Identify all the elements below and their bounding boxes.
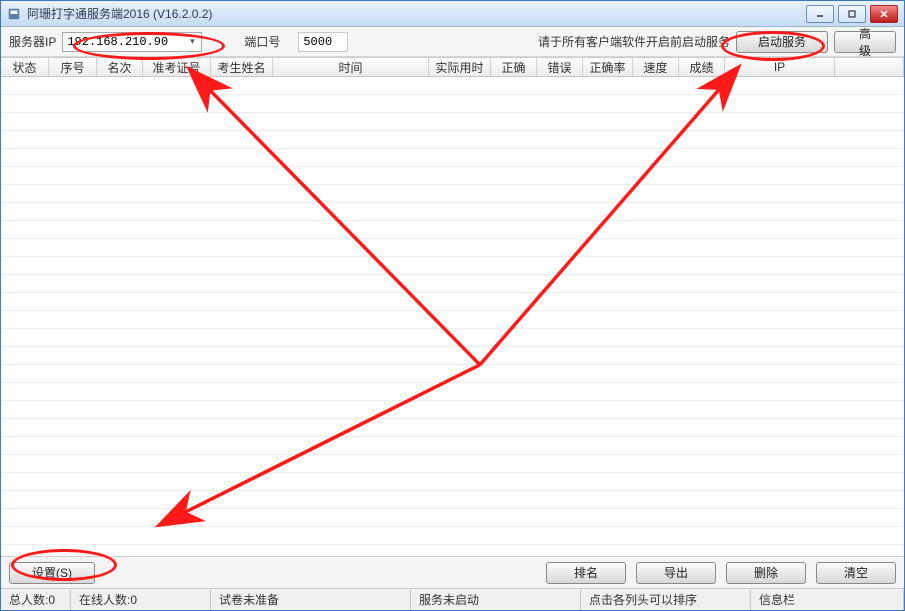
titlebar: 阿珊打字通服务端2016 (V16.2.0.2)	[1, 1, 904, 27]
clear-button[interactable]: 清空	[816, 562, 896, 584]
window-title: 阿珊打字通服务端2016 (V16.2.0.2)	[27, 5, 806, 22]
toolbar: 服务器IP 192.168.210.90 ▾ 端口号 请于所有客户端软件开启前启…	[1, 27, 904, 57]
table-column-header[interactable]: 时间	[273, 58, 429, 76]
server-ip-label: 服务器IP	[9, 33, 56, 50]
bottom-button-bar: 设置(S) 排名 导出 删除 清空	[1, 556, 904, 588]
table-column-header[interactable]: 实际用时	[429, 58, 491, 76]
status-info: 信息栏	[751, 589, 904, 610]
window-buttons	[806, 5, 898, 23]
table-column-header[interactable]: IP	[725, 58, 835, 76]
table-column-header-filler	[835, 58, 904, 76]
app-icon	[7, 7, 21, 21]
status-online: 在线人数:0	[71, 589, 211, 610]
table-column-header[interactable]: 速度	[633, 58, 679, 76]
server-ip-value: 192.168.210.90	[67, 35, 168, 49]
rank-button[interactable]: 排名	[546, 562, 626, 584]
status-service: 服务未启动	[411, 589, 581, 610]
port-input[interactable]	[298, 32, 348, 52]
start-hint: 请于所有客户端软件开启前启动服务	[538, 33, 730, 50]
export-button[interactable]: 导出	[636, 562, 716, 584]
settings-button[interactable]: 设置(S)	[9, 562, 95, 584]
close-button[interactable]	[870, 5, 898, 23]
status-paper: 试卷未准备	[211, 589, 411, 610]
minimize-button[interactable]	[806, 5, 834, 23]
table-body-empty[interactable]	[1, 77, 904, 556]
table-column-header[interactable]: 错误	[537, 58, 583, 76]
table-column-header[interactable]: 名次	[97, 58, 143, 76]
table-column-header[interactable]: 准考证号	[143, 58, 211, 76]
app-window: 阿珊打字通服务端2016 (V16.2.0.2) 服务器IP 192.168.2…	[0, 0, 905, 611]
start-service-button[interactable]: 启动服务	[736, 31, 828, 53]
table-column-header[interactable]: 考生姓名	[211, 58, 273, 76]
status-bar: 总人数:0 在线人数:0 试卷未准备 服务未启动 点击各列头可以排序 信息栏	[1, 588, 904, 610]
advanced-button[interactable]: 高级	[834, 31, 896, 53]
table-column-header[interactable]: 成绩	[679, 58, 725, 76]
table-column-header[interactable]: 正确率	[583, 58, 633, 76]
table-column-header[interactable]: 序号	[49, 58, 97, 76]
status-total: 总人数:0	[1, 589, 71, 610]
table-column-header[interactable]: 状态	[1, 58, 49, 76]
dropdown-arrow-icon[interactable]: ▾	[185, 35, 199, 49]
data-table: 状态序号名次准考证号考生姓名时间实际用时正确错误正确率速度成绩IP	[1, 57, 904, 556]
delete-button[interactable]: 删除	[726, 562, 806, 584]
table-header-row: 状态序号名次准考证号考生姓名时间实际用时正确错误正确率速度成绩IP	[1, 57, 904, 77]
server-ip-combo[interactable]: 192.168.210.90 ▾	[62, 32, 202, 52]
table-column-header[interactable]: 正确	[491, 58, 537, 76]
maximize-button[interactable]	[838, 5, 866, 23]
port-label: 端口号	[244, 33, 280, 50]
status-sort: 点击各列头可以排序	[581, 589, 751, 610]
